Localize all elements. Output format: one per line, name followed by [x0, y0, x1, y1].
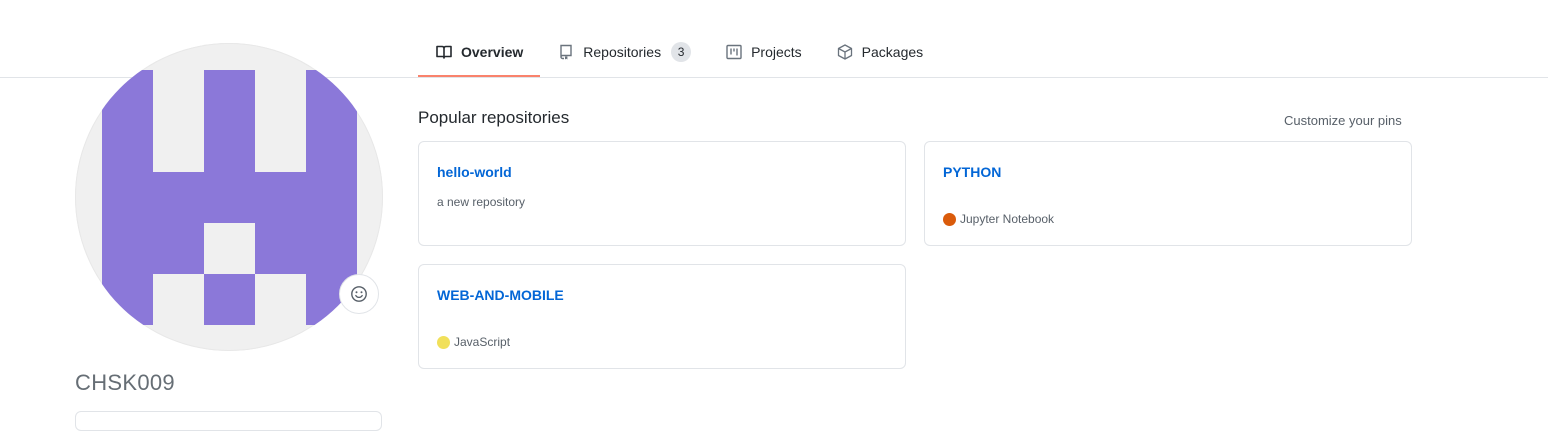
tab-projects-label: Projects — [751, 44, 802, 60]
profile-tabs: Overview Repositories 3 Projects Package… — [418, 28, 940, 78]
username: CHSK009 — [75, 370, 175, 395]
repo-language: JavaScript — [437, 335, 510, 349]
repo-language-label: JavaScript — [454, 335, 511, 349]
language-color-dot — [943, 212, 956, 226]
customize-pins-link[interactable]: Customize your pins — [1284, 113, 1402, 128]
project-icon — [725, 43, 743, 61]
tab-overview-label: Overview — [461, 44, 524, 60]
package-icon — [836, 43, 854, 61]
repo-language-label: Jupyter Notebook — [960, 212, 1055, 226]
repo-link[interactable]: PYTHON — [943, 164, 1001, 180]
repo-card: hello-world a new repository — [418, 141, 906, 246]
tab-repositories-label: Repositories — [583, 44, 662, 60]
repo-link[interactable]: hello-world — [437, 164, 512, 180]
language-color-dot — [437, 335, 450, 349]
repo-icon — [557, 43, 575, 61]
book-icon — [435, 43, 453, 61]
repo-description: a new repository — [437, 195, 526, 209]
repo-link[interactable]: WEB-AND-MOBILE — [437, 287, 564, 303]
avatar[interactable] — [75, 43, 383, 351]
tab-projects[interactable]: Projects — [708, 28, 819, 76]
tab-repositories[interactable]: Repositories 3 — [540, 28, 708, 76]
repositories-count-badge: 3 — [671, 42, 692, 62]
edit-profile-button[interactable] — [75, 411, 382, 431]
profile-avatar-container — [75, 43, 383, 351]
tab-packages[interactable]: Packages — [819, 28, 940, 76]
popular-repositories-heading: Popular repositories — [418, 108, 570, 127]
set-status-button[interactable] — [339, 274, 379, 314]
tab-packages-label: Packages — [861, 44, 924, 60]
tab-overview[interactable]: Overview — [418, 28, 541, 77]
identicon-image — [102, 70, 357, 325]
repo-card: PYTHON Jupyter Notebook — [924, 141, 1412, 246]
repo-card: WEB-AND-MOBILE JavaScript — [418, 264, 906, 369]
smiley-icon — [351, 286, 367, 302]
repo-language: Jupyter Notebook — [943, 212, 1054, 226]
